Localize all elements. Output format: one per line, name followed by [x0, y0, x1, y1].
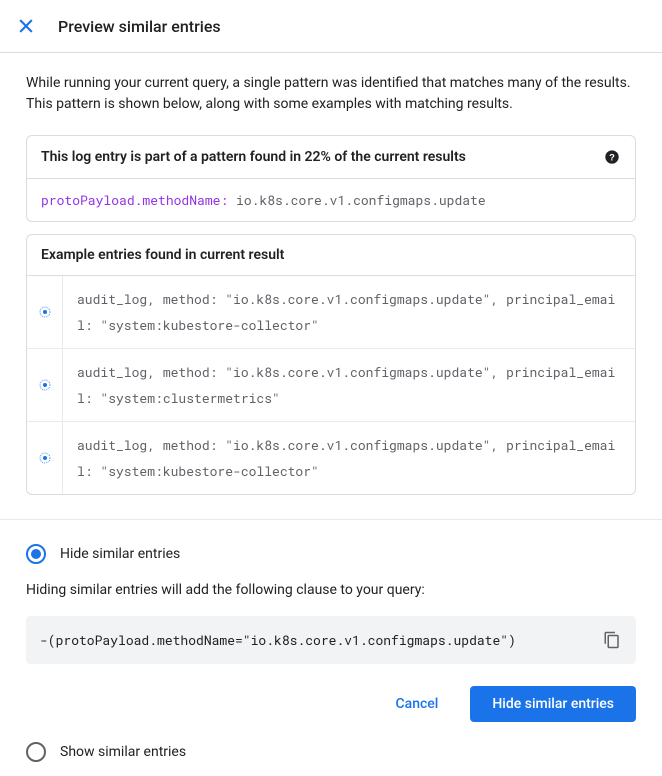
example-row[interactable]: audit_log, method: "io.k8s.core.v1.confi… [27, 422, 635, 494]
radio-section: Hide similar entries Hiding similar entr… [26, 520, 636, 762]
dialog-content: While running your current query, a sing… [0, 53, 662, 762]
example-row[interactable]: audit_log, method: "io.k8s.core.v1.confi… [27, 349, 635, 422]
help-icon[interactable]: ? [603, 148, 621, 166]
intro-text: While running your current query, a sing… [26, 73, 636, 115]
query-clause-text: -(protoPayload.methodName="io.k8s.core.v… [40, 631, 516, 649]
example-text: audit_log, method: "io.k8s.core.v1.confi… [63, 422, 635, 494]
dialog-header: Preview similar entries [0, 0, 662, 53]
examples-header: Example entries found in current result [27, 235, 635, 276]
example-text: audit_log, method: "io.k8s.core.v1.confi… [63, 276, 635, 348]
dialog-title: Preview similar entries [58, 17, 221, 36]
radio-label: Show similar entries [60, 744, 186, 760]
pattern-header-text: This log entry is part of a pattern foun… [41, 149, 466, 165]
close-icon [16, 16, 36, 36]
radio-label: Hide similar entries [60, 546, 180, 562]
copy-icon [603, 631, 621, 649]
pattern-key: protoPayload.methodName: [41, 191, 228, 209]
pattern-value: io.k8s.core.v1.configmaps.update [236, 191, 486, 209]
copy-button[interactable] [602, 630, 622, 650]
example-row[interactable]: audit_log, method: "io.k8s.core.v1.confi… [27, 276, 635, 349]
radio-icon [26, 742, 46, 762]
radio-icon [26, 544, 46, 564]
radio-hide-similar[interactable]: Hide similar entries [26, 544, 636, 564]
example-text: audit_log, method: "io.k8s.core.v1.confi… [63, 349, 635, 421]
log-entry-icon [27, 276, 63, 348]
pattern-code: protoPayload.methodName: io.k8s.core.v1.… [27, 178, 635, 221]
radio-show-similar[interactable]: Show similar entries [26, 742, 636, 762]
pattern-box: This log entry is part of a pattern foun… [26, 135, 636, 222]
hide-description: Hiding similar entries will add the foll… [26, 582, 636, 598]
pattern-header: This log entry is part of a pattern foun… [27, 136, 635, 178]
svg-text:?: ? [609, 152, 615, 162]
examples-box: Example entries found in current result … [26, 234, 636, 495]
close-button[interactable] [14, 14, 38, 38]
log-entry-icon [27, 349, 63, 421]
log-entry-icon [27, 422, 63, 494]
confirm-button[interactable]: Hide similar entries [470, 686, 636, 722]
query-clause-box: -(protoPayload.methodName="io.k8s.core.v… [26, 616, 636, 664]
cancel-button[interactable]: Cancel [374, 686, 461, 722]
action-buttons: Cancel Hide similar entries [26, 686, 636, 722]
